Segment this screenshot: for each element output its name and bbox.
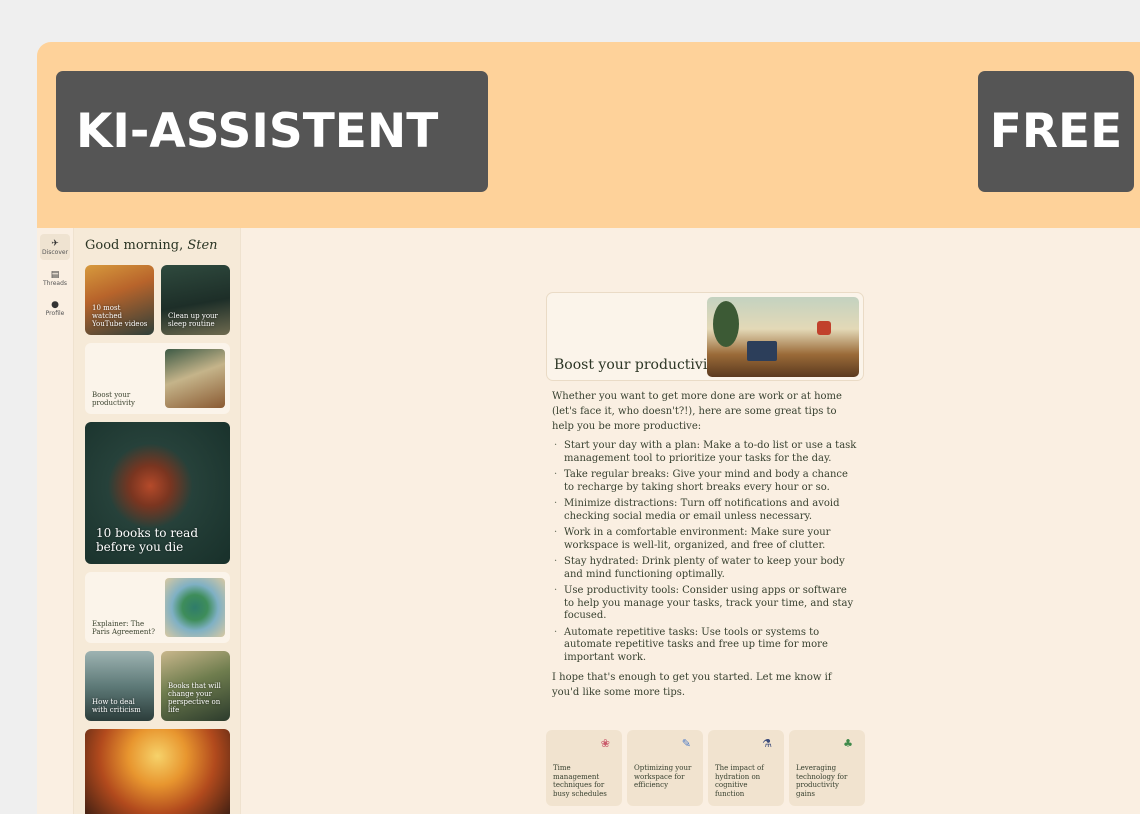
article: Boost your productivity Whether you want…	[546, 292, 864, 700]
list-item: Automate repetitive tasks: Use tools or …	[552, 627, 858, 665]
card-label: Clean up your sleep routine	[168, 312, 218, 328]
greeting: Good morning, Sten	[85, 238, 218, 253]
suggestion-card[interactable]: ✎ Optimizing your workspace for efficien…	[627, 730, 703, 806]
suggestion-label: Leveraging technology for productivity g…	[796, 764, 848, 798]
card-label: 10 books to read before you die	[96, 526, 198, 554]
nav-rail: ✈ Discover ▤ Threads ● Profile	[37, 228, 74, 814]
app-frame: KI-ASSISTENT FREE ✈ Discover ▤ Threads ●…	[37, 42, 1140, 814]
list-item: Start your day with a plan: Make a to-do…	[552, 440, 858, 465]
card-criticism[interactable]: How to deal with criticism	[85, 651, 154, 721]
card-perspective[interactable]: Books that will change your perspective …	[161, 651, 230, 721]
sprout-icon: ♣	[843, 737, 853, 750]
suggestion-card[interactable]: ❀ Time management techniques for busy sc…	[546, 730, 622, 806]
threads-icon: ▤	[50, 269, 60, 280]
card-books[interactable]: 10 books to read before you die	[85, 422, 230, 564]
card-label: How to deal with criticism	[92, 698, 141, 714]
list-item: Stay hydrated: Drink plenty of water to …	[552, 556, 858, 581]
card-label: 10 most watched YouTube videos	[92, 304, 148, 328]
card-productivity[interactable]: Boost your productivity	[85, 343, 230, 414]
greeting-name: Sten	[187, 238, 218, 253]
greeting-prefix: Good morning,	[85, 238, 188, 253]
person-icon: ●	[51, 299, 59, 310]
suggestion-card[interactable]: ♣ Leveraging technology for productivity…	[789, 730, 865, 806]
tips-list: Start your day with a plan: Make a to-do…	[552, 440, 858, 664]
promo-banner: KI-ASSISTENT FREE	[37, 42, 1140, 228]
card-label: Books that will change your perspective …	[168, 682, 221, 714]
nav-profile-label: Profile	[45, 309, 65, 317]
card-label: Explainer: The Paris Agreement?	[92, 620, 155, 636]
flask-icon: ⚗	[762, 737, 772, 750]
nav-discover-label: Discover	[41, 248, 69, 256]
pencil-icon: ✎	[681, 737, 691, 750]
article-title: Boost your productivity	[554, 357, 721, 373]
nav-threads-label: Threads	[42, 279, 68, 287]
banner-title: KI-ASSISTENT	[56, 71, 488, 192]
nav-profile[interactable]: ● Profile	[40, 295, 70, 321]
suggestion-card[interactable]: ⚗ The impact of hydration on cognitive f…	[708, 730, 784, 806]
card-youtube[interactable]: 10 most watched YouTube videos	[85, 265, 154, 335]
list-item: Use productivity tools: Consider using a…	[552, 585, 858, 623]
card-sunset[interactable]	[85, 729, 230, 814]
card-paris[interactable]: Explainer: The Paris Agreement?	[85, 572, 230, 643]
list-item: Work in a comfortable environment: Make …	[552, 527, 858, 552]
article-outro: I hope that's enough to get you started.…	[552, 672, 832, 698]
rose-icon: ❀	[600, 737, 610, 750]
card-sunset-image	[85, 729, 230, 814]
compass-icon: ✈	[51, 238, 59, 249]
free-badge: FREE	[978, 71, 1134, 192]
laptop-shape	[747, 341, 777, 361]
main-thread: Boost your productivity Whether you want…	[241, 228, 1140, 814]
suggestion-row: ❀ Time management techniques for busy sc…	[546, 730, 866, 808]
pot-shape	[817, 321, 831, 335]
suggestion-label: Time management techniques for busy sche…	[553, 764, 607, 798]
suggestion-label: The impact of hydration on cognitive fun…	[715, 764, 764, 798]
article-hero: Boost your productivity	[546, 292, 864, 381]
nav-discover[interactable]: ✈ Discover	[40, 234, 70, 260]
list-item: Minimize distractions: Turn off notifica…	[552, 498, 858, 523]
suggestion-label: Optimizing your workspace for efficiency	[634, 764, 692, 789]
list-item: Take regular breaks: Give your mind and …	[552, 469, 858, 494]
discover-panel: Good morning, Sten 10 most watched YouTu…	[74, 228, 241, 814]
card-label: Boost your productivity	[92, 391, 135, 407]
card-productivity-image	[165, 349, 225, 408]
card-paris-image	[165, 578, 225, 637]
article-intro: Whether you want to get more done are wo…	[552, 391, 842, 432]
card-sleep[interactable]: Clean up your sleep routine	[161, 265, 230, 335]
plant-shape	[713, 301, 739, 347]
nav-threads[interactable]: ▤ Threads	[40, 265, 70, 291]
article-hero-image	[707, 297, 859, 377]
